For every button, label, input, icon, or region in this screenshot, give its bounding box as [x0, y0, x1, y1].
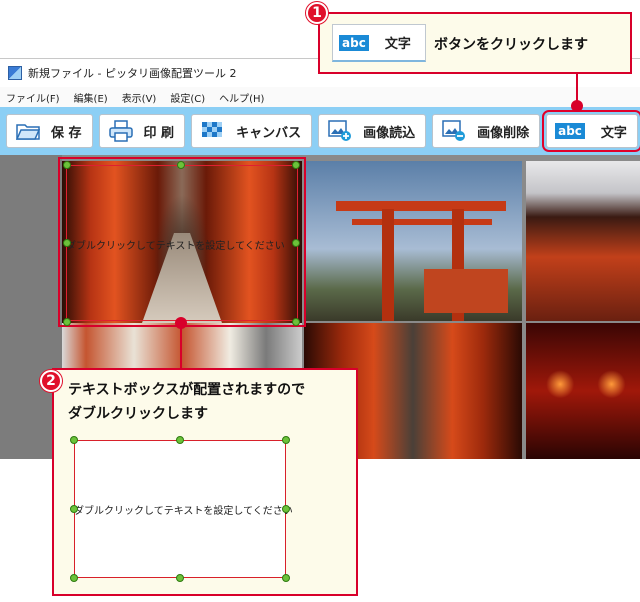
canvas-button[interactable]: キャンバス: [191, 114, 313, 148]
resize-handle-bl[interactable]: [63, 318, 71, 326]
text-button[interactable]: abc 文字: [542, 110, 640, 152]
callout2-line1: テキストボックスが配置されますので: [68, 382, 306, 398]
resize-handle-br[interactable]: [292, 318, 300, 326]
menu-file[interactable]: ファイル(F): [6, 90, 60, 105]
menu-settings[interactable]: 設定(C): [170, 90, 205, 105]
callout2-handle-bc: [176, 574, 184, 582]
gate-bar: [352, 219, 492, 225]
gate-pillar-left: [382, 209, 394, 321]
textbox-placeholder: ダブルクリックしてテキストを設定してください: [66, 241, 285, 252]
step-number-1: 1: [306, 2, 328, 24]
import-image-label: 画像読込: [363, 125, 416, 141]
window-title: 新規ファイル - ピッタリ画像配置ツール 2: [28, 67, 237, 80]
callout-step-1: abc 文字 ボタンをクリックします: [318, 12, 632, 74]
callout2-handle-bl: [70, 574, 78, 582]
photo-lanterns[interactable]: [526, 323, 640, 459]
image-remove-icon: [441, 120, 467, 142]
callout1-message: ボタンをクリックします: [434, 37, 588, 53]
callout2-handle-tr: [282, 436, 290, 444]
text-label: 文字: [600, 125, 627, 141]
toolbar: 保 存 印 刷 キャンバス 画像読込 画像削除 abc 文字: [0, 107, 640, 155]
callout1-text-button: abc 文字: [332, 24, 426, 62]
callout2-line2: ダブルクリックします: [68, 406, 208, 422]
folder-icon: [15, 120, 41, 142]
callout2-message: テキストボックスが配置されますので ダブルクリックします: [68, 378, 305, 426]
callout2-handle-br: [282, 574, 290, 582]
gate-top-beam: [336, 201, 506, 211]
menu-help[interactable]: ヘルプ(H): [219, 90, 264, 105]
callout-step-2: テキストボックスが配置されますので ダブルクリックします ダブルクリックしてテキ…: [52, 368, 358, 596]
shrine-building: [424, 269, 508, 313]
callout1-button-label: 文字: [384, 37, 411, 52]
print-label: 印 刷: [143, 125, 175, 141]
callout2-handle-ml: [70, 505, 78, 513]
callout2-handle-tl: [70, 436, 78, 444]
image-add-icon: [327, 120, 353, 142]
save-button[interactable]: 保 存: [6, 114, 93, 148]
checkerboard-icon: [200, 120, 226, 142]
resize-handle-tr[interactable]: [292, 161, 300, 169]
callout2-handle-mr: [282, 505, 290, 513]
printer-icon: [108, 120, 134, 142]
photo-torii-gate[interactable]: [304, 161, 522, 321]
resize-handle-tl[interactable]: [63, 161, 71, 169]
menu-view[interactable]: 表示(V): [122, 90, 157, 105]
resize-handle-mr[interactable]: [292, 239, 300, 247]
photo-shrine-roof[interactable]: [526, 161, 640, 321]
menu-edit[interactable]: 編集(E): [74, 90, 108, 105]
callout2-handle-tc: [176, 436, 184, 444]
canvas-label: キャンバス: [236, 125, 302, 141]
import-image-button[interactable]: 画像読込: [318, 114, 427, 148]
pointer-line: [180, 327, 182, 371]
menu-bar: ファイル(F) 編集(E) 表示(V) 設定(C) ヘルプ(H): [0, 87, 640, 107]
resize-handle-tc[interactable]: [177, 161, 185, 169]
app-icon: [8, 66, 22, 80]
delete-image-label: 画像削除: [477, 125, 530, 141]
resize-handle-ml[interactable]: [63, 239, 71, 247]
save-label: 保 存: [51, 125, 82, 141]
callout1-abc-icon: abc: [339, 34, 369, 51]
abc-icon: abc: [555, 123, 585, 139]
print-button[interactable]: 印 刷: [98, 114, 186, 148]
callout2-placeholder: ダブルクリックしてテキストを設定してください: [74, 506, 293, 517]
step-number-2: 2: [40, 370, 62, 392]
delete-image-button[interactable]: 画像削除: [432, 114, 541, 148]
callout1-dot: [571, 100, 583, 112]
